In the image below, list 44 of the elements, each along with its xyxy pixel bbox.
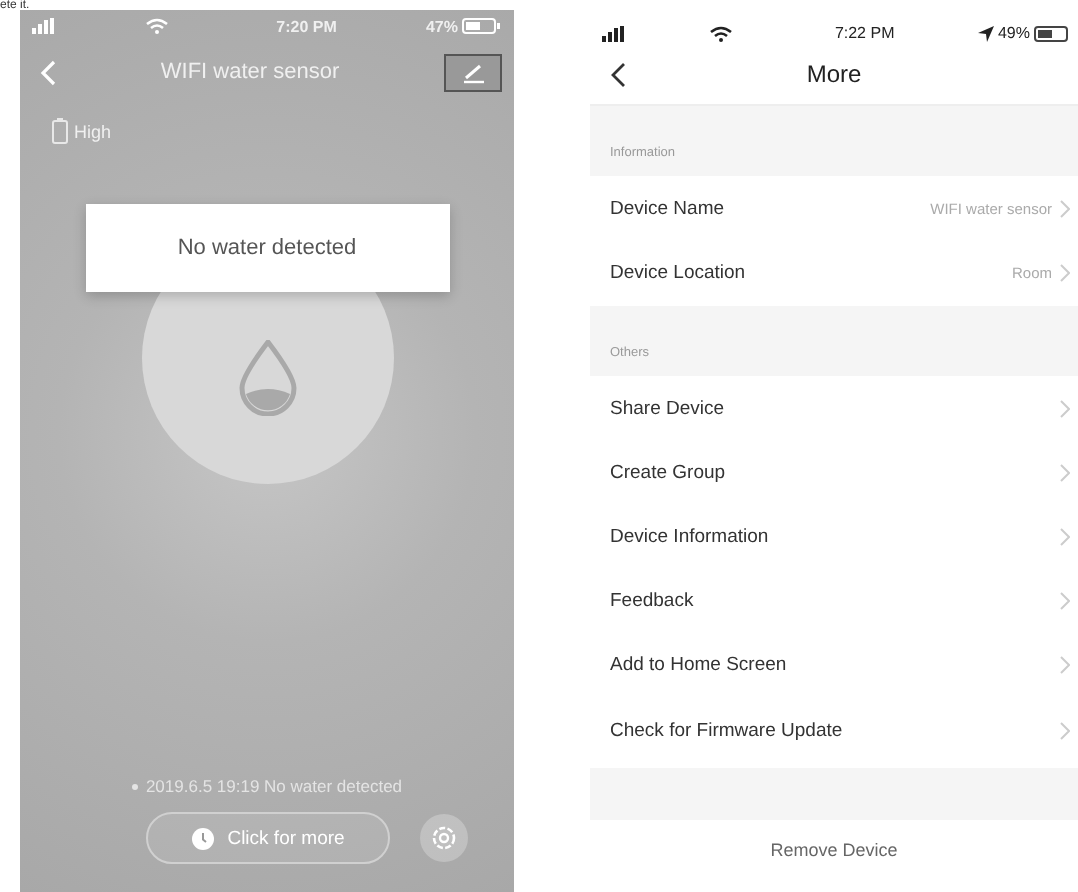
row-label: Check for Firmware Update <box>610 719 845 742</box>
back-icon[interactable] <box>610 61 626 88</box>
screen-title: More <box>806 60 862 89</box>
settings-row[interactable]: Check for Firmware Update <box>590 698 1078 763</box>
chevron-icon <box>1060 399 1070 418</box>
status-time: 7:22 PM <box>834 24 895 43</box>
signal-icon <box>602 25 626 42</box>
settings-row[interactable]: Device Information <box>590 504 1078 570</box>
row-label: Create Group <box>610 461 728 484</box>
row-label: Device Name <box>610 197 727 220</box>
chevron-icon <box>1060 264 1070 283</box>
clock-icon <box>191 827 214 849</box>
settings-row[interactable]: Share Device <box>590 376 1078 441</box>
battery-percent: 49% <box>997 24 1030 43</box>
edit-button[interactable] <box>444 53 502 91</box>
chevron-icon <box>1060 463 1070 482</box>
wifi-icon <box>709 25 732 42</box>
signal-icon <box>32 18 56 34</box>
location-icon <box>977 25 994 42</box>
pencil-icon <box>459 61 487 83</box>
chevron-icon <box>1060 721 1070 740</box>
chevron-icon <box>1060 656 1070 675</box>
chevron-icon <box>1060 592 1070 611</box>
wifi-icon <box>145 18 168 34</box>
status-card: No water detected <box>85 204 449 292</box>
chevron-icon <box>1060 199 1070 218</box>
settings-icon <box>430 824 458 852</box>
battery-percent: 47% <box>425 17 458 35</box>
settings-row[interactable]: Feedback <box>590 569 1078 634</box>
battery-level-label: High <box>74 121 112 141</box>
chevron-icon <box>1060 528 1070 547</box>
water-drop-icon <box>237 340 297 416</box>
row-label: Add to Home Screen <box>610 654 789 677</box>
row-label: Device Location <box>610 262 748 285</box>
row-label: Feedback <box>610 590 696 613</box>
battery-icon <box>1033 25 1070 42</box>
settings-row[interactable]: Create Group <box>590 440 1078 505</box>
screen-title: WIFI water sensor <box>158 60 342 84</box>
row-label: Share Device <box>610 397 727 420</box>
status-time: 7:20 PM <box>276 17 337 35</box>
settings-row[interactable]: Add to Home Screen <box>590 633 1078 699</box>
row-label: Device Information <box>610 526 771 549</box>
battery-icon <box>52 118 68 144</box>
battery-icon <box>461 18 502 34</box>
